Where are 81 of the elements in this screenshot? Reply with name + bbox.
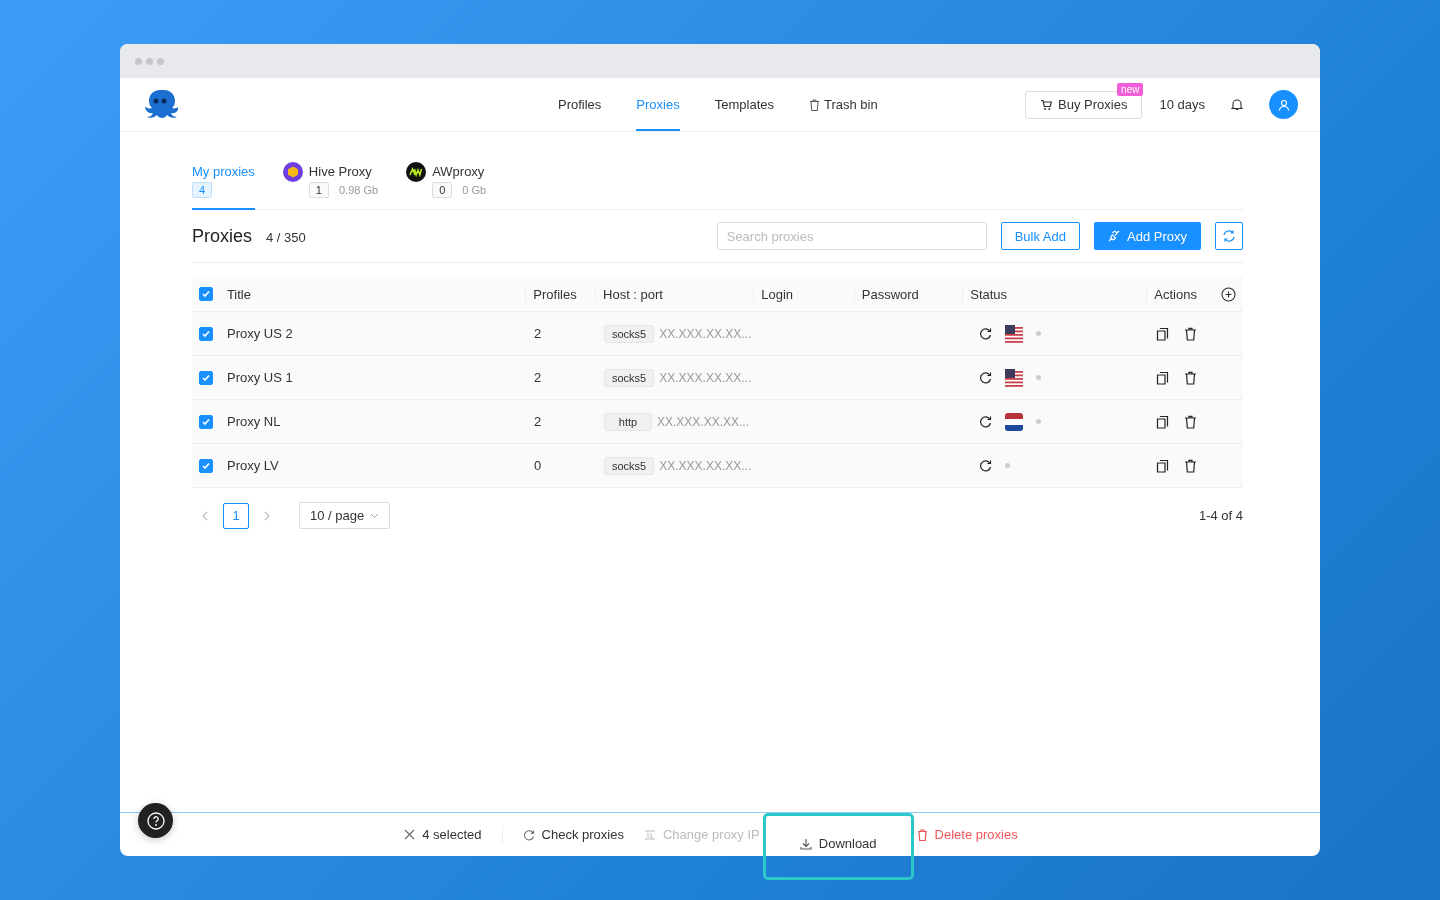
refresh-icon[interactable]	[979, 371, 992, 384]
refresh-button[interactable]	[1215, 222, 1243, 250]
refresh-icon[interactable]	[979, 415, 992, 428]
trash-icon	[916, 828, 928, 841]
table-cell: XX.XXX.XX.XX...	[657, 414, 750, 429]
aw-logo-icon	[406, 162, 427, 182]
protocol-tag: socks5	[604, 368, 655, 387]
trash-icon[interactable]	[1184, 326, 1197, 341]
status-dot	[1036, 419, 1041, 424]
column-header: Password	[861, 286, 919, 302]
hexagon-logo-icon	[282, 162, 303, 182]
protocol-tag: http	[604, 412, 652, 431]
help-icon	[146, 811, 165, 830]
table-cell: 2	[534, 370, 542, 385]
bell-icon[interactable]	[1231, 98, 1243, 111]
column-header: Title	[226, 286, 251, 302]
action-button[interactable]: Check proxies	[522, 827, 624, 842]
trash-icon[interactable]	[1184, 458, 1197, 473]
refresh-icon[interactable]	[979, 327, 992, 340]
action-button[interactable]: Download	[765, 816, 911, 877]
check-icon	[201, 460, 211, 471]
row-checkbox[interactable]	[199, 458, 213, 473]
new-badge: new	[1117, 83, 1144, 96]
copy-icon[interactable]	[1156, 414, 1169, 429]
column-header: Profiles	[533, 286, 577, 302]
column-header: Host : port	[603, 286, 663, 302]
check-icon	[201, 372, 211, 383]
refresh-icon[interactable]	[979, 459, 992, 472]
protocol-tag: socks5	[604, 456, 655, 475]
user-avatar[interactable]	[1269, 90, 1298, 119]
table-cell: XX.XXX.XX.XX...	[659, 370, 752, 385]
check-icon	[201, 289, 211, 299]
copy-icon[interactable]	[1156, 370, 1169, 385]
table-cell: Proxy US 1	[227, 370, 293, 385]
trash-icon[interactable]	[1184, 414, 1197, 429]
row-checkbox[interactable]	[199, 370, 213, 385]
check-icon	[201, 416, 211, 427]
plug-icon	[1108, 230, 1120, 242]
pagination-range: 1-4 of 4	[1198, 508, 1243, 523]
download-icon	[799, 837, 812, 850]
column-header: Login	[761, 286, 794, 302]
help-button[interactable]	[138, 803, 173, 838]
copy-icon[interactable]	[1156, 326, 1169, 341]
add-column-icon[interactable]	[1221, 286, 1236, 302]
status-dot	[1005, 463, 1010, 468]
refresh-icon	[1222, 229, 1236, 243]
check-icon	[201, 328, 211, 339]
nav-tab[interactable]: Trash bin	[808, 78, 878, 131]
row-checkbox[interactable]	[199, 326, 213, 341]
table-cell: Proxy NL	[227, 414, 281, 429]
action-button[interactable]: 4 selected	[404, 827, 482, 842]
chevron-down-icon	[370, 512, 380, 519]
column-header: Status	[970, 286, 1008, 302]
swap-icon	[643, 828, 656, 841]
table-cell: Proxy US 2	[227, 326, 293, 341]
table-cell: 2	[534, 326, 542, 341]
nav-tab[interactable]: Profiles	[558, 78, 602, 131]
provider-tab[interactable]: Hive Proxy 1 0.98 Gb	[282, 164, 379, 210]
close-icon	[404, 829, 416, 840]
subscription-days: 10 days	[1159, 97, 1205, 112]
table-cell: 2	[534, 414, 542, 429]
nav-tab[interactable]: Templates	[714, 78, 774, 131]
row-checkbox[interactable]	[199, 414, 213, 429]
page-title: Proxies	[192, 225, 253, 247]
column-header: Actions	[1154, 286, 1197, 302]
status-dot	[1036, 375, 1041, 380]
cart-icon	[1040, 98, 1053, 111]
provider-tab[interactable]: AWproxy 0 0 Gb	[406, 164, 487, 210]
search-field[interactable]: Search proxies	[716, 222, 987, 250]
refresh-icon	[522, 828, 535, 841]
status-dot	[1036, 331, 1041, 336]
table-cell: Proxy LV	[227, 458, 279, 473]
select-all-checkbox[interactable]	[199, 287, 213, 301]
table-cell: XX.XXX.XX.XX...	[659, 326, 752, 341]
protocol-tag: socks5	[604, 324, 655, 343]
table-cell: XX.XXX.XX.XX...	[659, 458, 752, 473]
copy-icon[interactable]	[1156, 458, 1169, 473]
trash-icon[interactable]	[1184, 370, 1197, 385]
table-cell: 0	[534, 458, 542, 473]
proxy-count: 4 / 350	[266, 230, 306, 245]
page-size-select[interactable]: 10 / page	[299, 502, 391, 529]
